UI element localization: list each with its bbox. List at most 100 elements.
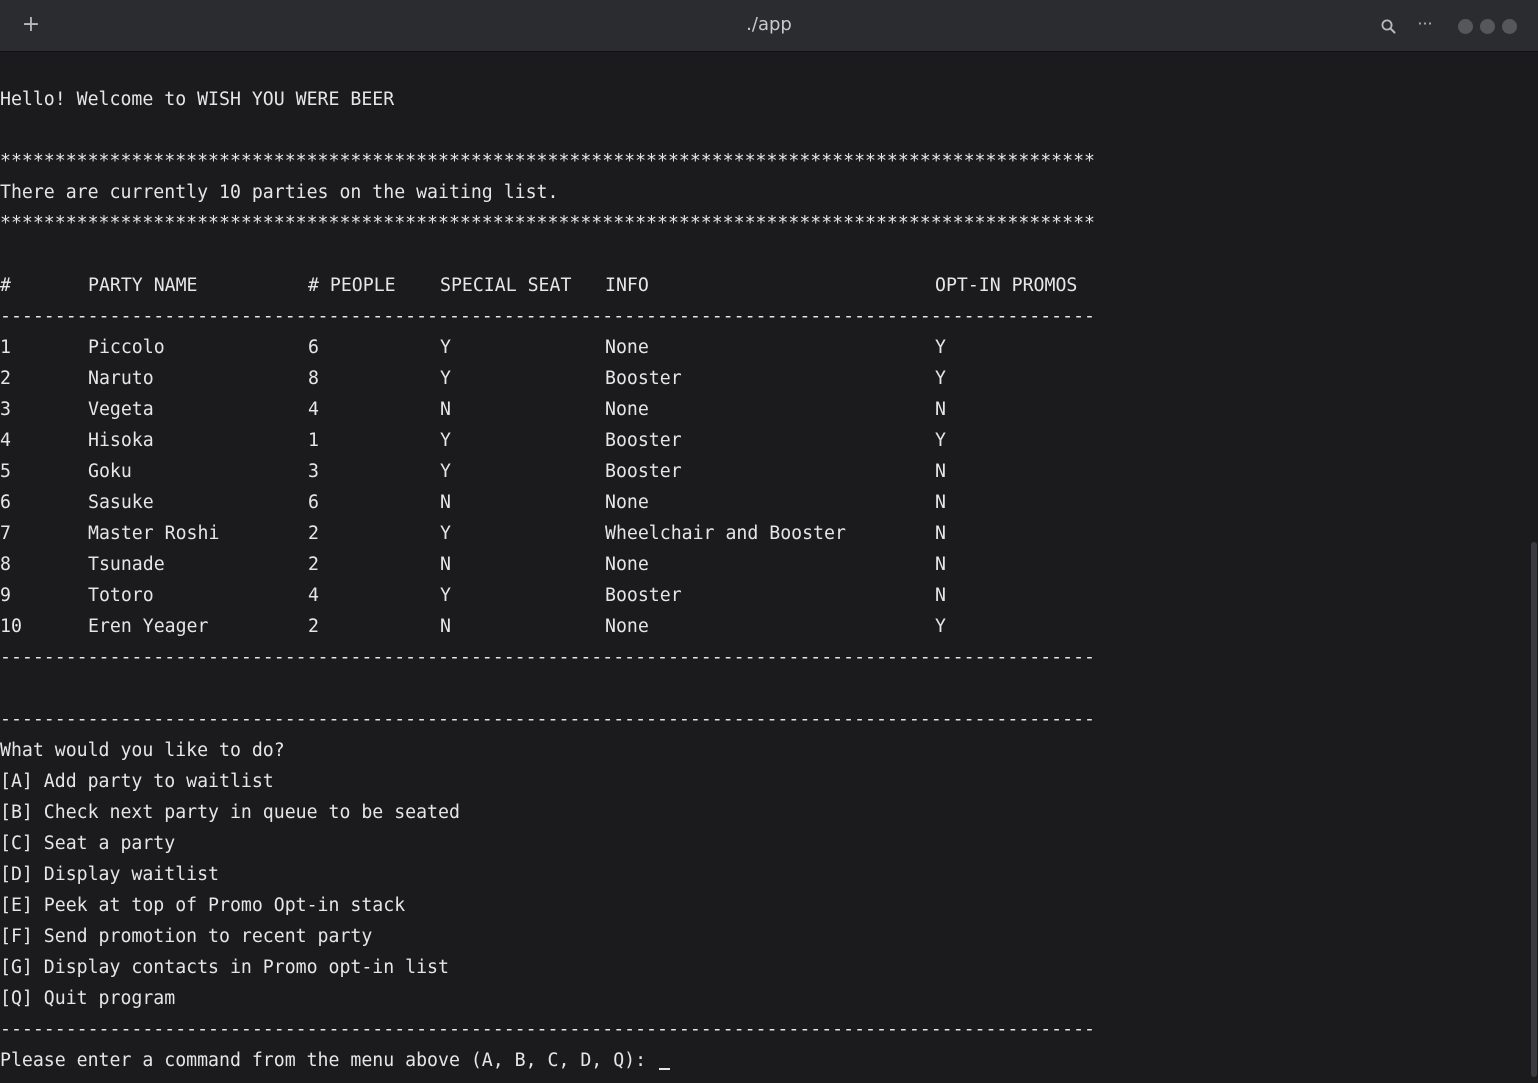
menu-item: [F] Send promotion to recent party (0, 926, 373, 947)
menu-item: [B] Check next party in queue to be seat… (0, 802, 460, 823)
window-title: ./app (746, 14, 792, 35)
cell-opt-in-promos: N (935, 585, 946, 606)
cell-people-count: 8 (308, 368, 319, 389)
cell-row-number: 8 (0, 554, 11, 575)
cell-special-seat: Y (440, 461, 451, 482)
cell-party-name: Totoro (88, 585, 154, 606)
greeting-line: Hello! Welcome to WISH YOU WERE BEER (0, 89, 395, 110)
cell-opt-in-promos: N (935, 523, 946, 544)
menu-item: [A] Add party to waitlist (0, 771, 274, 792)
cell-opt-in-promos: Y (935, 368, 946, 389)
table-row: 5 Goku 3 Y Booster N (0, 456, 1100, 487)
cell-opt-in-promos: Y (935, 337, 946, 358)
cell-people-count: 6 (308, 492, 319, 513)
cell-special-seat: Y (440, 430, 451, 451)
menu-item: [G] Display contacts in Promo opt-in lis… (0, 957, 449, 978)
separator-dashes: ----------------------------------------… (0, 709, 1095, 730)
menu-item: [C] Seat a party (0, 833, 176, 854)
cell-people-count: 3 (308, 461, 319, 482)
table-row: 7 Master Roshi 2 Y Wheelchair and Booster N (0, 518, 1100, 549)
cell-row-number: 3 (0, 399, 11, 420)
menu-item: [Q] Quit program (0, 988, 176, 1009)
cell-info: Booster (605, 368, 682, 389)
cell-people-count: 4 (308, 399, 319, 420)
cell-row-number: 7 (0, 523, 11, 544)
cell-party-name: Piccolo (88, 337, 165, 358)
table-row: 1 Piccolo 6 Y None Y (0, 332, 1100, 363)
cell-special-seat: N (440, 399, 451, 420)
header-number: # (0, 275, 11, 296)
header-info: INFO (605, 275, 649, 296)
cell-people-count: 1 (308, 430, 319, 451)
cell-info: Booster (605, 585, 682, 606)
cell-info: None (605, 616, 649, 637)
cell-opt-in-promos: Y (935, 616, 946, 637)
cell-row-number: 5 (0, 461, 11, 482)
cell-opt-in-promos: N (935, 492, 946, 513)
cell-info: None (605, 399, 649, 420)
table-row: 9 Totoro 4 Y Booster N (0, 580, 1100, 611)
input-prompt: Please enter a command from the menu abo… (0, 1050, 657, 1071)
search-icon[interactable] (1380, 18, 1398, 36)
cell-info: None (605, 337, 649, 358)
cell-info: None (605, 492, 649, 513)
header-people: # PEOPLE (308, 275, 396, 296)
cell-special-seat: Y (440, 585, 451, 606)
cell-info: Wheelchair and Booster (605, 523, 846, 544)
menu-item: [D] Display waitlist (0, 864, 219, 885)
cell-row-number: 1 (0, 337, 11, 358)
cell-party-name: Naruto (88, 368, 154, 389)
cell-people-count: 2 (308, 523, 319, 544)
cell-special-seat: N (440, 492, 451, 513)
separator-stars: ****************************************… (0, 151, 1095, 172)
cell-people-count: 6 (308, 337, 319, 358)
maximize-button[interactable] (1480, 19, 1495, 34)
cell-row-number: 4 (0, 430, 11, 451)
cell-party-name: Master Roshi (88, 523, 220, 544)
scrollbar-thumb[interactable] (1531, 542, 1537, 1077)
cell-party-name: Sasuke (88, 492, 154, 513)
separator-dashes: ----------------------------------------… (0, 306, 1095, 327)
header-special-seat: SPECIAL SEAT (440, 275, 572, 296)
cell-opt-in-promos: Y (935, 430, 946, 451)
cell-party-name: Goku (88, 461, 132, 482)
scrollbar[interactable] (1530, 52, 1538, 1083)
cell-people-count: 2 (308, 554, 319, 575)
cell-people-count: 2 (308, 616, 319, 637)
menu-prompt: What would you like to do? (0, 740, 285, 761)
header-opt-in: OPT-IN PROMOS (935, 275, 1078, 296)
separator-dashes: ----------------------------------------… (0, 647, 1095, 668)
cell-special-seat: Y (440, 523, 451, 544)
command-input-line[interactable]: Please enter a command from the menu abo… (0, 1045, 670, 1076)
cell-row-number: 10 (0, 616, 22, 637)
cell-special-seat: N (440, 554, 451, 575)
text-cursor (659, 1068, 670, 1070)
cell-party-name: Vegeta (88, 399, 154, 420)
minimize-button[interactable] (1458, 19, 1473, 34)
cell-opt-in-promos: N (935, 399, 946, 420)
table-row: 8 Tsunade 2 N None N (0, 549, 1100, 580)
cell-row-number: 6 (0, 492, 11, 513)
cell-row-number: 9 (0, 585, 11, 606)
separator-dashes: ----------------------------------------… (0, 1019, 1095, 1040)
table-row: 4 Hisoka 1 Y Booster Y (0, 425, 1100, 456)
cell-special-seat: Y (440, 337, 451, 358)
cell-info: None (605, 554, 649, 575)
table-header: # PARTY NAME # PEOPLE SPECIAL SEAT INFO … (0, 270, 1100, 301)
close-button[interactable] (1502, 19, 1517, 34)
more-options-icon[interactable]: ··· (1414, 14, 1436, 34)
terminal-window: + ./app ··· Hello! Welcome to WISH YOU W… (0, 0, 1538, 1083)
cell-special-seat: Y (440, 368, 451, 389)
menu-item: [E] Peek at top of Promo Opt-in stack (0, 895, 406, 916)
terminal-output[interactable]: Hello! Welcome to WISH YOU WERE BEER ***… (0, 52, 1530, 1083)
title-bar: + ./app ··· (0, 0, 1538, 52)
waitlist-status: There are currently 10 parties on the wa… (0, 182, 559, 203)
cell-people-count: 4 (308, 585, 319, 606)
header-party-name: PARTY NAME (88, 275, 198, 296)
cell-row-number: 2 (0, 368, 11, 389)
table-row: 2 Naruto 8 Y Booster Y (0, 363, 1100, 394)
cell-info: Booster (605, 430, 682, 451)
cell-party-name: Eren Yeager (88, 616, 209, 637)
table-row: 10 Eren Yeager 2 N None Y (0, 611, 1100, 642)
cell-opt-in-promos: N (935, 461, 946, 482)
